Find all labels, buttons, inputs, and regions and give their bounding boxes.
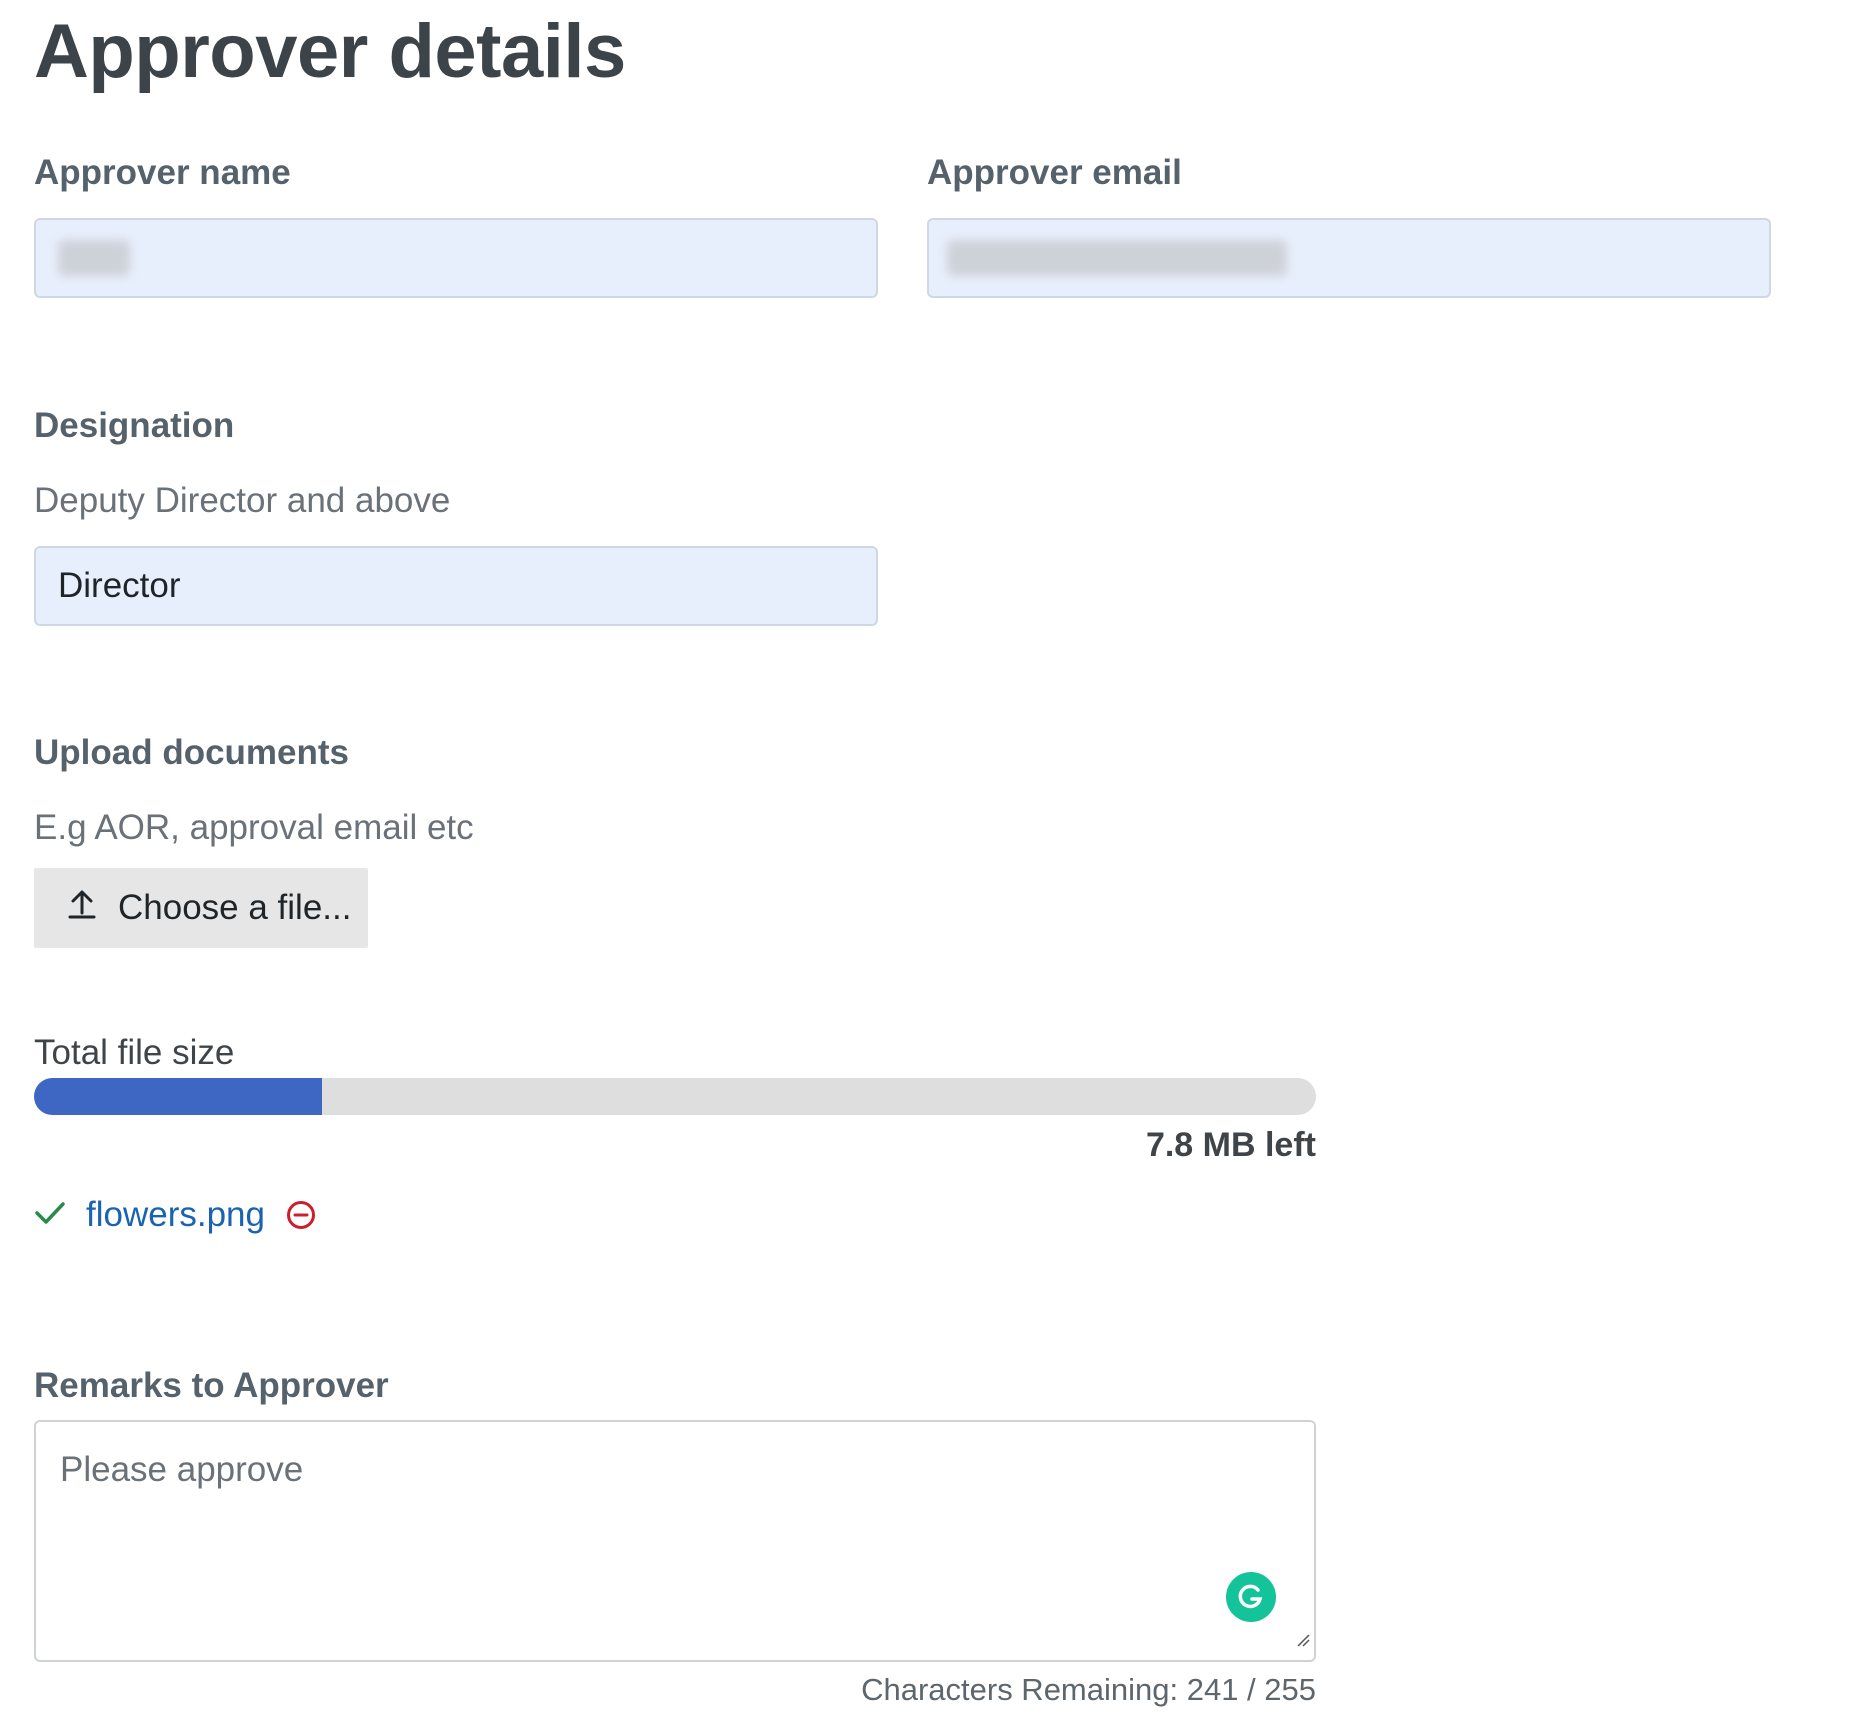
remarks-label: Remarks to Approver <box>34 1366 389 1405</box>
approver-details-form: Approver details Approver name Approver … <box>0 0 1854 1718</box>
approver-email-input[interactable] <box>927 218 1771 298</box>
characters-remaining: Characters Remaining: 241 / 255 <box>861 1672 1316 1707</box>
upload-documents-label: Upload documents <box>34 733 350 772</box>
upload-icon <box>68 888 96 928</box>
resize-handle-icon[interactable] <box>1294 1616 1310 1656</box>
approver-name-input[interactable] <box>34 218 878 298</box>
choose-file-label: Choose a file... <box>118 888 352 927</box>
designation-value: Director <box>58 566 181 605</box>
redacted-name <box>58 240 130 276</box>
remarks-value: Please approve <box>60 1450 304 1489</box>
remarks-textarea[interactable]: Please approve <box>34 1420 1316 1662</box>
uploaded-file-link[interactable]: flowers.png <box>86 1195 265 1235</box>
redacted-email <box>947 240 1287 276</box>
approver-name-label: Approver name <box>34 153 291 192</box>
designation-label: Designation <box>34 406 235 445</box>
designation-hint: Deputy Director and above <box>34 481 451 520</box>
file-size-remaining: 7.8 MB left <box>1145 1126 1316 1164</box>
designation-input[interactable]: Director <box>34 546 878 626</box>
file-size-progress-fill <box>34 1078 323 1115</box>
page-title: Approver details <box>34 9 626 94</box>
grammarly-icon[interactable] <box>1226 1572 1276 1622</box>
approver-email-label: Approver email <box>927 153 1182 192</box>
upload-documents-hint: E.g AOR, approval email etc <box>34 808 474 847</box>
uploaded-file-item: flowers.png <box>34 1190 317 1240</box>
check-icon <box>34 1200 66 1231</box>
choose-file-button[interactable]: Choose a file... <box>34 868 368 948</box>
remove-circle-icon[interactable] <box>285 1199 317 1231</box>
total-file-size-label: Total file size <box>34 1033 235 1072</box>
file-size-progress-bar <box>34 1078 1316 1115</box>
